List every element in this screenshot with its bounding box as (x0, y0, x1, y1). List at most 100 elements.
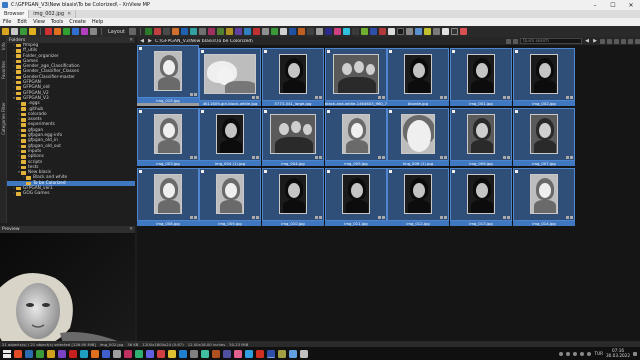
app-icon-c[interactable] (163, 28, 170, 35)
orange-filter-icon[interactable] (54, 28, 61, 35)
app-icon-o[interactable] (271, 28, 278, 35)
side-tab-info[interactable]: Info (0, 39, 7, 53)
select-checkbox[interactable] (139, 110, 142, 113)
open-folder-icon[interactable] (2, 28, 9, 35)
select-checkbox[interactable] (327, 170, 330, 173)
purple-filter-icon[interactable] (81, 28, 88, 35)
taskbar-app-icon[interactable] (102, 349, 110, 358)
app-icon-p[interactable] (280, 28, 287, 35)
thumbnail-item[interactable]: img_001.jpg (450, 48, 512, 108)
tray-icon[interactable] (573, 351, 578, 356)
menu-tools[interactable]: Tools (51, 19, 63, 25)
thumbnail-item[interactable]: img_006 (1).jpg (387, 108, 449, 168)
taskbar-app-icon[interactable] (256, 349, 264, 358)
app-icon-t[interactable] (316, 28, 323, 35)
thumbnail-item[interactable]: img_004 (1).jpg (199, 108, 261, 168)
taskbar-app-icon[interactable] (234, 349, 242, 358)
side-tab-categories-filter[interactable]: Categories Filter (0, 89, 7, 149)
network-icon[interactable] (580, 351, 585, 356)
nav-left-icon[interactable]: ◀ (584, 38, 590, 44)
favorites-icon[interactable] (29, 28, 36, 35)
app-icon-z[interactable] (370, 28, 377, 35)
thumbnail-item[interactable]: img_012.jpg (387, 168, 449, 228)
app-icon-aa[interactable] (379, 28, 386, 35)
app-icon-r[interactable] (298, 28, 305, 35)
taskbar-app-icon[interactable] (47, 349, 55, 358)
red-filter-icon[interactable] (45, 28, 52, 35)
thumbnail-item[interactable]: img_003.jpg (137, 108, 199, 168)
select-checkbox[interactable] (201, 50, 204, 53)
app-icon-k[interactable] (235, 28, 242, 35)
layout-dropdown-icon[interactable] (129, 28, 136, 35)
menu-create[interactable]: Create (69, 19, 86, 25)
taskbar-app-icon[interactable] (58, 349, 66, 358)
app-icon-w[interactable] (343, 28, 350, 35)
maximize-button[interactable]: ☐ (604, 0, 622, 10)
minimize-button[interactable]: – (586, 0, 604, 10)
taskbar-app-icon[interactable] (124, 349, 132, 358)
taskbar-app-icon[interactable] (91, 349, 99, 358)
language-indicator[interactable]: TUR (594, 351, 603, 356)
app-icon-g[interactable] (199, 28, 206, 35)
sort-icon[interactable] (513, 38, 518, 44)
filter-icon[interactable] (506, 38, 511, 44)
select-checkbox[interactable] (139, 47, 142, 50)
taskbar-app-icon[interactable] (289, 349, 297, 358)
clock[interactable]: 07:16 30.03.2022 (606, 348, 630, 359)
view-icon[interactable] (600, 38, 605, 44)
app-icon-u[interactable] (325, 28, 332, 35)
taskbar-app-icon[interactable] (300, 349, 308, 358)
app-icon-i[interactable] (217, 28, 224, 35)
tab-image[interactable]: img_002.jpg ✕ (29, 10, 77, 18)
windows-start-icon[interactable] (3, 349, 11, 358)
notifications-icon[interactable] (633, 351, 637, 356)
app-icon-cc[interactable] (397, 28, 404, 35)
taskbar-app-icon[interactable] (80, 349, 88, 358)
app-icon-hh[interactable] (442, 28, 449, 35)
nav-right-icon[interactable]: ▶ (592, 38, 598, 44)
close-panel-icon[interactable]: ✕ (129, 227, 133, 232)
menu-help[interactable]: Help (92, 19, 103, 25)
taskbar-app-icon[interactable] (267, 349, 275, 358)
thumbnail-item[interactable]: img_014.jpg (513, 168, 575, 228)
options-icon[interactable] (635, 38, 640, 44)
thumbnail-item[interactable]: blonde.jpg (387, 48, 449, 108)
tree-folder-item[interactable]: › GOG Games (7, 191, 135, 196)
thumbnail-item[interactable]: img_004.jpg (262, 108, 324, 168)
thumbnail-item[interactable]: img_005.jpg (325, 108, 387, 168)
select-checkbox[interactable] (389, 110, 392, 113)
taskbar-app-icon[interactable] (69, 349, 77, 358)
app-icon-dd[interactable] (406, 28, 413, 35)
path-field[interactable]: C:\GFPGAN_V3\New blasis\To be Colorized\ (155, 39, 385, 44)
taskbar-app-icon[interactable] (113, 349, 121, 358)
app-icon-a[interactable] (145, 28, 152, 35)
taskbar-app-icon[interactable] (135, 349, 143, 358)
app-icon-x[interactable] (352, 28, 359, 35)
app-icon-m[interactable] (253, 28, 260, 35)
view-mode-icon[interactable] (90, 28, 97, 35)
select-checkbox[interactable] (201, 170, 204, 173)
thumbnail-item[interactable]: img_015.jpg (137, 45, 199, 105)
select-checkbox[interactable] (515, 110, 518, 113)
app-icon-f[interactable] (190, 28, 197, 35)
thumbnail-item[interactable]: img_002.jpg (513, 48, 575, 108)
thumbnail-item[interactable]: img_010.jpg (262, 168, 324, 228)
app-icon-e[interactable] (181, 28, 188, 35)
taskbar-app-icon[interactable] (157, 349, 165, 358)
select-checkbox[interactable] (264, 50, 267, 53)
volume-icon[interactable] (587, 351, 592, 356)
taskbar-app-icon[interactable] (14, 349, 22, 358)
forward-arrow-icon[interactable]: ▶ (147, 38, 153, 44)
app-icon-y[interactable] (361, 28, 368, 35)
thumbnail-item[interactable]: img_013.jpg (450, 168, 512, 228)
taskbar-app-icon[interactable] (146, 349, 154, 358)
taskbar-app-icon[interactable] (179, 349, 187, 358)
blue-filter-icon[interactable] (72, 28, 79, 35)
select-checkbox[interactable] (515, 170, 518, 173)
star-filter-icon[interactable] (614, 38, 619, 44)
select-checkbox[interactable] (389, 50, 392, 53)
app-icon-bb[interactable] (388, 28, 395, 35)
taskbar-app-icon[interactable] (190, 349, 198, 358)
tab-browser[interactable]: Browser (0, 10, 30, 18)
select-checkbox[interactable] (201, 110, 204, 113)
